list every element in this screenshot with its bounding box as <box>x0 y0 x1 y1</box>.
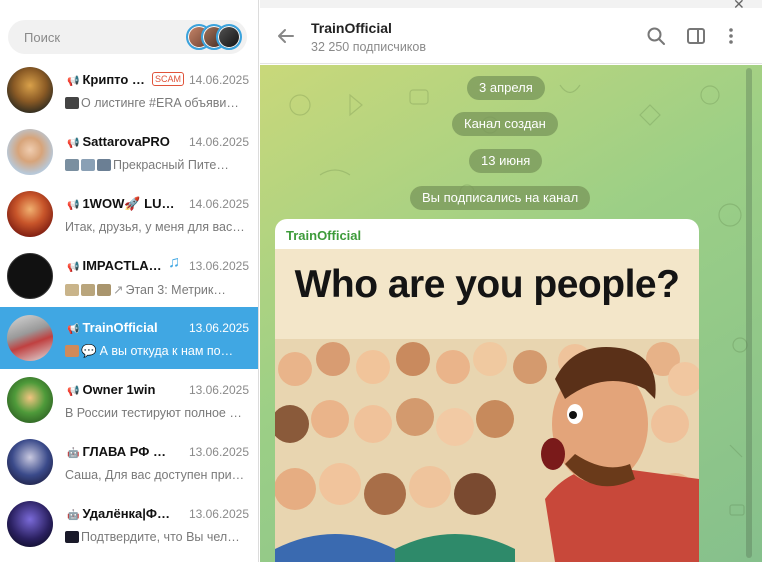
service-message: Вы подписались на канал <box>410 186 591 210</box>
media-thumbnail <box>97 284 111 296</box>
megaphone-icon: 📢 <box>67 200 80 211</box>
chat-item[interactable]: 📢 SattarovaPRO 14.06.2025 Прекрасный Пите… <box>0 121 258 183</box>
search-box[interactable] <box>8 20 247 54</box>
chat-preview: Саша, Для вас доступен при… <box>65 468 245 482</box>
chat-date: 13.06.2025 <box>188 321 249 335</box>
chat-item[interactable]: 🤖 ГЛАВА РФ … 13.06.2025 Саша, Для вас дос… <box>0 431 258 493</box>
chat-preview: В России тестируют полное … <box>65 406 242 420</box>
chat-list-panel: 📢Крипто … SCAM 14.06.2025 О листинге #ER… <box>0 0 259 562</box>
chat-preview: Подтвердите, что Вы чел… <box>65 530 250 546</box>
megaphone-icon: 📢 <box>67 262 80 273</box>
music-note-icon: ♫ <box>168 254 180 271</box>
chat-item[interactable]: 🤖 Удалёнка|Ф… 13.06.2025 Подтвердите, что… <box>0 493 258 555</box>
story-avatar[interactable] <box>216 24 242 50</box>
avatar <box>7 129 53 175</box>
media-thumbnail <box>81 284 95 296</box>
speech-bubble-icon: 💬 <box>81 344 97 358</box>
image-caption: Who are you people? <box>294 263 680 306</box>
avatar <box>7 191 53 237</box>
arrow-left-icon[interactable] <box>274 24 298 48</box>
date-separator: 13 июня <box>469 149 543 173</box>
avatar <box>7 501 53 547</box>
media-thumbnail <box>65 345 79 357</box>
post-image[interactable]: Who are you people? <box>275 249 699 562</box>
window-title-bar <box>260 0 762 8</box>
media-thumbnail <box>81 159 95 171</box>
megaphone-icon: 📢 <box>67 138 80 149</box>
service-message: Канал создан <box>452 112 558 136</box>
chat-item[interactable]: 📢 IMPACTLA… ♫ 13.06.2025 ↗ Этап 3: Метрик… <box>0 245 258 307</box>
search-icon[interactable] <box>644 24 668 48</box>
avatar <box>7 439 53 485</box>
chat-date: 14.06.2025 <box>188 135 249 149</box>
robot-icon: 🤖 <box>67 510 80 521</box>
chat-header: TrainOfficial 32 250 подписчиков <box>260 0 762 64</box>
search-input[interactable] <box>24 20 174 54</box>
channel-title[interactable]: TrainOfficial <box>311 20 392 36</box>
chat-preview: Прекрасный Пите… <box>65 158 250 174</box>
chat-preview: 💬 А вы откуда к нам по… <box>65 344 250 360</box>
chat-title: 📢 SattarovaPRO <box>67 134 170 149</box>
scrollbar[interactable] <box>746 68 752 558</box>
robot-icon: 🤖 <box>67 448 80 459</box>
post-author[interactable]: TrainOfficial <box>286 228 361 243</box>
chart-icon: ↗ <box>113 283 124 297</box>
more-vertical-icon[interactable] <box>719 24 743 48</box>
chat-item[interactable]: 📢 Крипто … SCAM 14.06.2025 О листинге #ER… <box>0 59 258 121</box>
subscriber-count: 32 250 подписчиков <box>311 40 427 54</box>
chat-title: 📢 Owner 1win <box>67 382 156 397</box>
media-thumbnail <box>97 159 111 171</box>
avatar <box>7 315 53 361</box>
chat-date: 13.06.2025 <box>188 445 249 459</box>
chat-item[interactable]: 📢 Owner 1win 13.06.2025 В России тестирую… <box>0 369 258 431</box>
chat-title: 📢 1WOW🚀 LU… <box>67 196 175 211</box>
media-thumbnail <box>65 531 79 543</box>
scam-badge: SCAM <box>152 72 185 86</box>
avatar <box>7 377 53 423</box>
chat-date: 13.06.2025 <box>188 383 249 397</box>
chat-date: 13.06.2025 <box>188 259 249 273</box>
chat-title: 📢 TrainOfficial <box>67 320 158 335</box>
chat-date: 13.06.2025 <box>188 507 249 521</box>
chat-item[interactable]: 📢 1WOW🚀 LU… 14.06.2025 Итак, друзья, у ме… <box>0 183 258 245</box>
date-separator: 3 апреля <box>467 76 545 100</box>
media-thumbnail <box>65 159 79 171</box>
megaphone-icon: 📢 <box>67 386 80 397</box>
avatar <box>7 67 53 113</box>
avatar <box>7 253 53 299</box>
chat-date: 14.06.2025 <box>188 73 249 87</box>
chat-preview: ↗ Этап 3: Метрик… <box>65 282 250 298</box>
chat-preview: Итак, друзья, у меня для вас… <box>65 220 245 234</box>
chat-title: 🤖 ГЛАВА РФ … <box>67 444 166 459</box>
megaphone-icon: 📢 <box>67 76 80 87</box>
channel-post[interactable]: TrainOfficial Who are you people? <box>275 219 699 562</box>
sidebar-toggle-icon[interactable] <box>684 24 708 48</box>
media-thumbnail <box>65 97 79 109</box>
megaphone-icon: 📢 <box>67 324 80 335</box>
chat-date: 14.06.2025 <box>188 197 249 211</box>
media-thumbnail <box>65 284 79 296</box>
chat-title: 🤖 Удалёнка|Ф… <box>67 506 171 521</box>
chat-preview: О листинге #ERA объяви… <box>65 96 250 112</box>
chat-item-active[interactable]: 📢 TrainOfficial 13.06.2025 💬 А вы откуда к… <box>0 307 258 369</box>
close-icon[interactable]: ✕ <box>733 0 745 13</box>
